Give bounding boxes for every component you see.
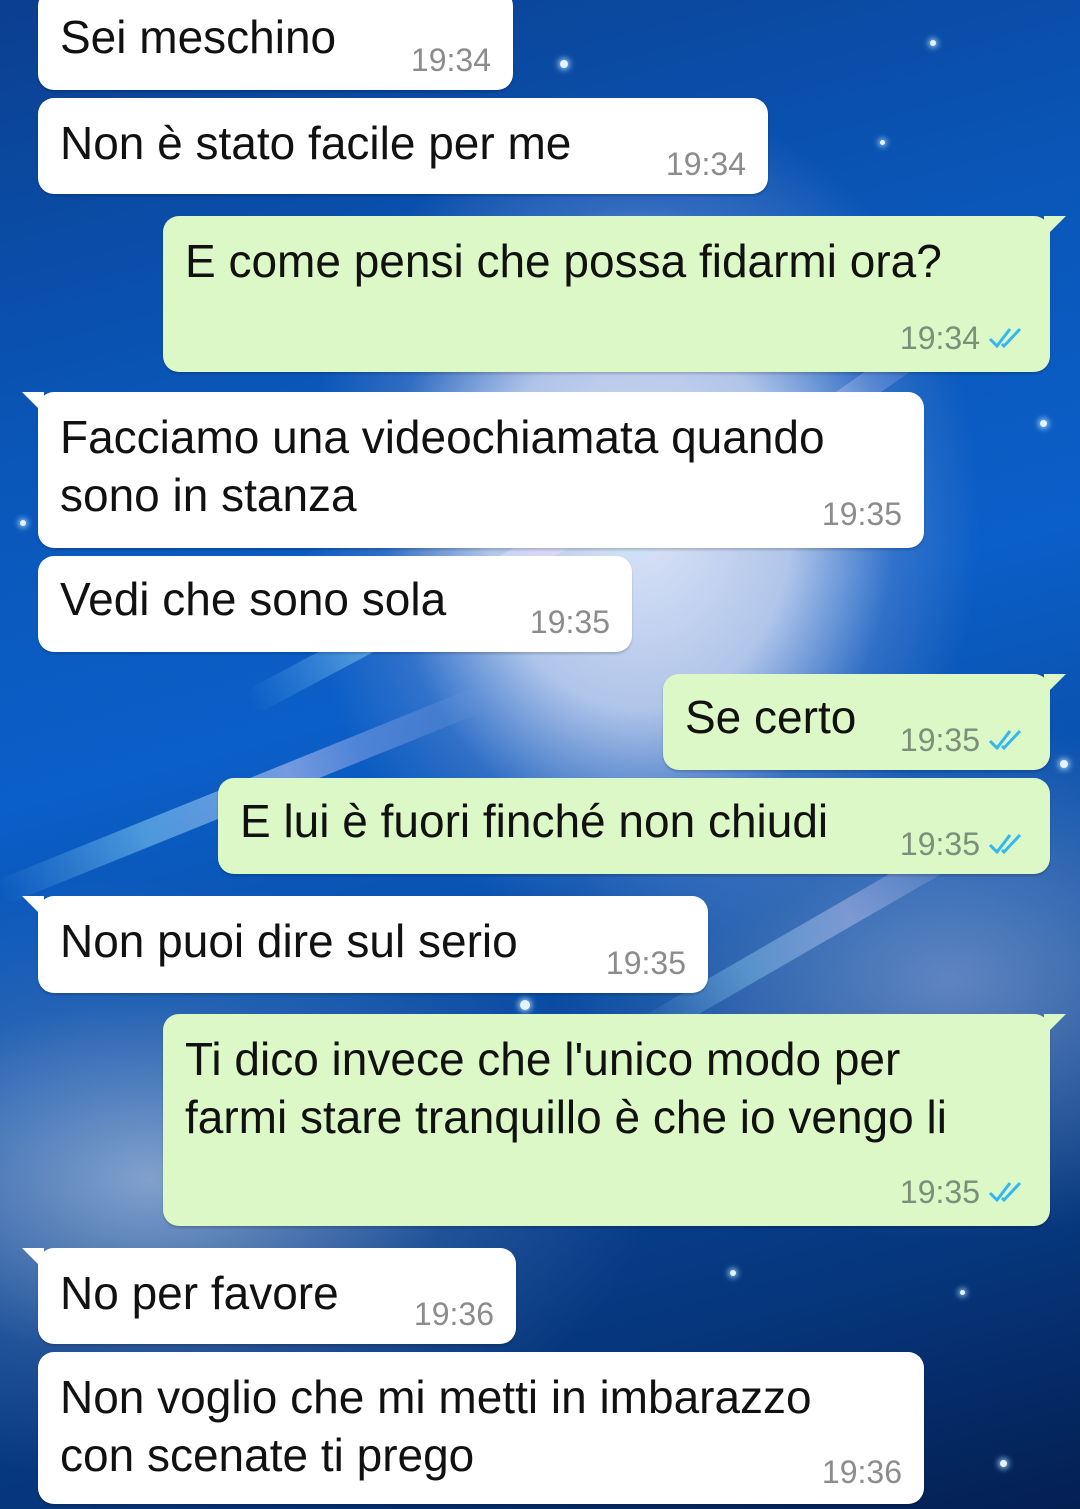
message-bubble-incoming[interactable]: Sei meschino 19:34 [38, 0, 513, 90]
message-meta: 19:36 [822, 1454, 902, 1490]
message-bubble-incoming[interactable]: Non è stato facile per me 19:34 [38, 98, 768, 194]
message-text: Facciamo una videochiamata quando sono i… [60, 411, 825, 521]
read-double-check-icon [988, 1181, 1022, 1203]
message-text: Non puoi dire sul serio [60, 915, 518, 967]
message-bubble-incoming[interactable]: Non puoi dire sul serio 19:35 [22, 896, 708, 993]
message-meta: 19:35 [822, 496, 902, 532]
message-meta: 19:35 [900, 722, 1028, 758]
message-text: E lui è fuori finché non chiudi [240, 795, 829, 847]
message-meta: 19:35 [900, 1174, 1028, 1210]
message-time: 19:35 [529, 604, 610, 640]
message-meta: 19:36 [414, 1296, 494, 1332]
message-time: 19:35 [899, 826, 980, 862]
chat-screen: Sei meschino 19:34 Non è stato facile pe… [0, 0, 1080, 1509]
message-text: Non è stato facile per me [60, 117, 572, 169]
message-meta: 19:35 [606, 945, 686, 981]
message-text: Ti dico invece che l'unico modo per farm… [185, 1033, 947, 1143]
message-bubble-incoming[interactable]: Vedi che sono sola 19:35 [38, 556, 632, 652]
message-text: Vedi che sono sola [60, 573, 447, 625]
message-text: Sei meschino [60, 11, 337, 63]
message-meta: 19:35 [900, 826, 1028, 862]
message-time: 19:36 [413, 1296, 494, 1332]
message-time: 19:34 [665, 146, 746, 182]
message-meta: 19:35 [530, 604, 610, 640]
message-bubble-incoming[interactable]: Facciamo una videochiamata quando sono i… [22, 392, 924, 548]
message-text: Se certo [685, 691, 857, 743]
message-time: 19:35 [821, 496, 902, 532]
read-double-check-icon [988, 729, 1022, 751]
message-bubble-incoming[interactable]: No per favore 19:36 [22, 1248, 516, 1344]
message-meta: 19:34 [900, 320, 1028, 356]
message-text: No per favore [60, 1267, 339, 1319]
message-bubble-outgoing[interactable]: Ti dico invece che l'unico modo per farm… [163, 1014, 1066, 1226]
message-text: Non voglio che mi metti in imbarazzo con… [60, 1371, 812, 1481]
message-time: 19:36 [821, 1454, 902, 1490]
message-time: 19:35 [605, 945, 686, 981]
read-double-check-icon [988, 327, 1022, 349]
read-double-check-icon [988, 833, 1022, 855]
message-text: E come pensi che possa fidarmi ora? [185, 235, 942, 287]
message-meta: 19:34 [666, 146, 746, 182]
message-bubble-outgoing[interactable]: E come pensi che possa fidarmi ora? 19:3… [163, 216, 1066, 372]
message-bubble-incoming[interactable]: Non voglio che mi metti in imbarazzo con… [38, 1352, 924, 1504]
message-meta: 19:34 [411, 42, 491, 78]
message-time: 19:35 [899, 1174, 980, 1210]
message-bubble-outgoing[interactable]: E lui è fuori finché non chiudi 19:35 [218, 778, 1050, 874]
message-list[interactable]: Sei meschino 19:34 Non è stato facile pe… [0, 0, 1080, 1509]
message-time: 19:34 [899, 320, 980, 356]
message-bubble-outgoing[interactable]: Se certo 19:35 [663, 674, 1066, 770]
message-time: 19:34 [410, 42, 491, 78]
message-time: 19:35 [899, 722, 980, 758]
